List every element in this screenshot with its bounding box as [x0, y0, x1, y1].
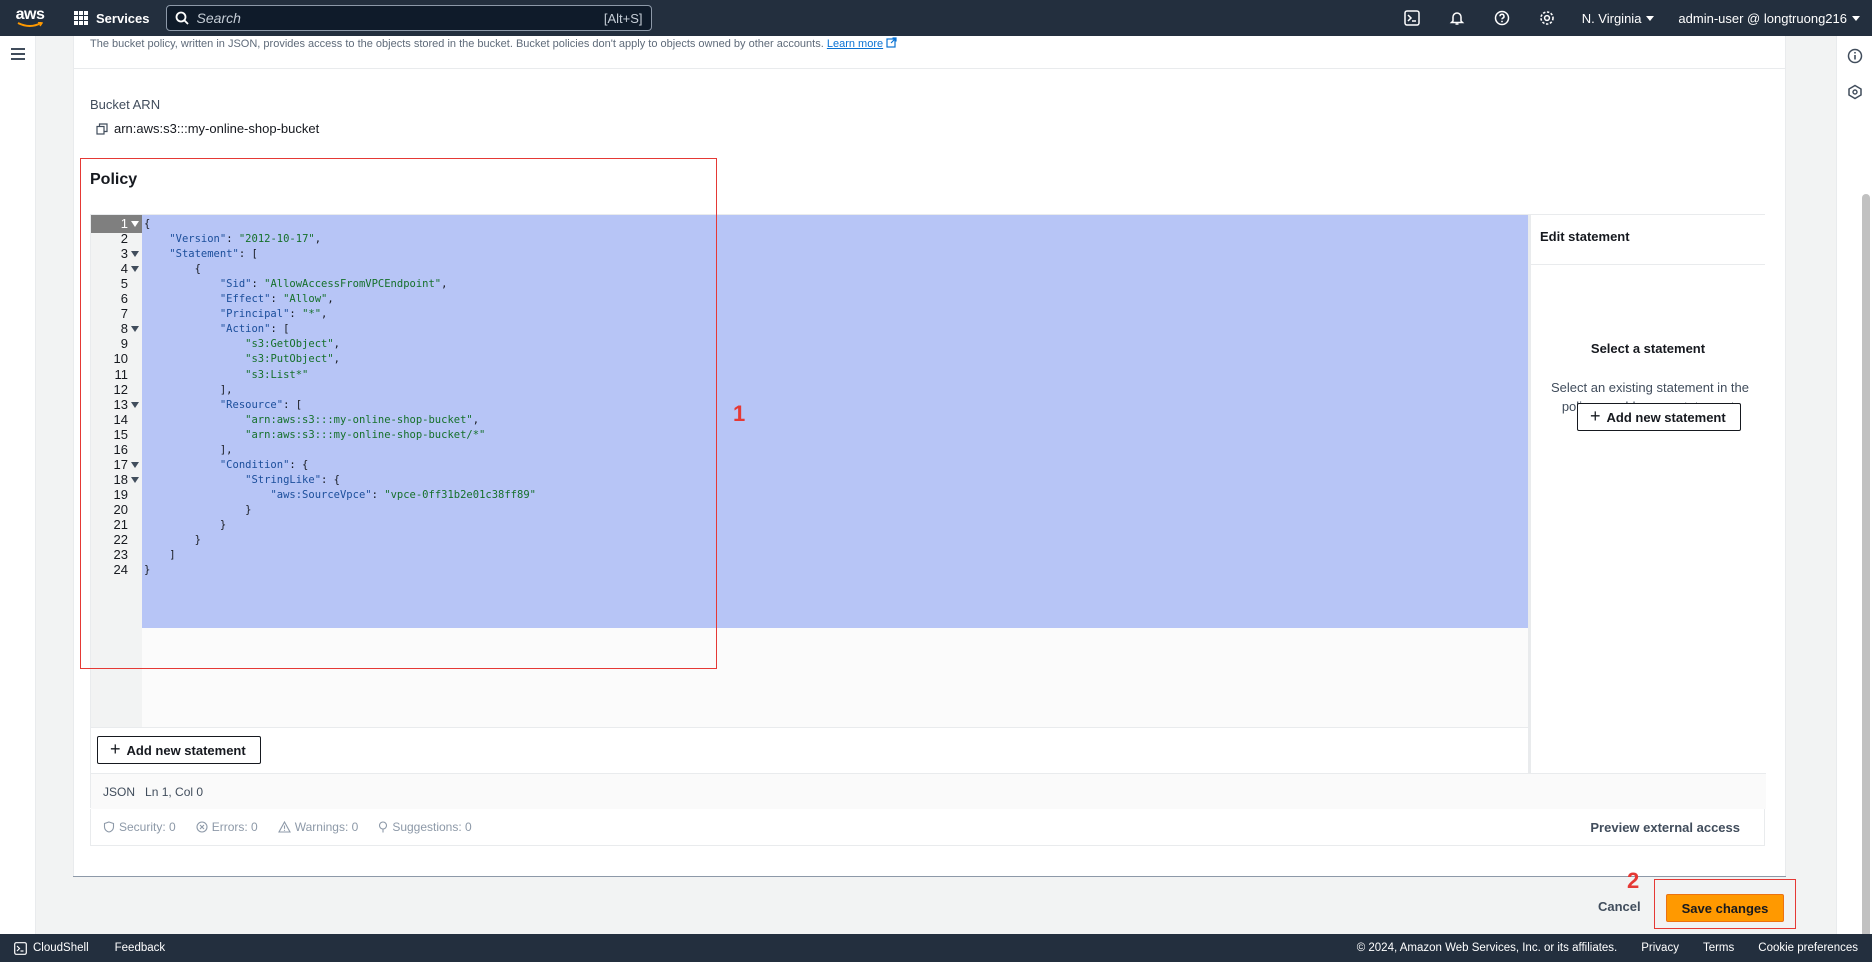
- cancel-button[interactable]: Cancel: [1598, 899, 1641, 914]
- copy-icon[interactable]: [96, 122, 108, 135]
- lightbulb-icon: [379, 821, 388, 833]
- divider: [74, 68, 1785, 69]
- right-side-rail: [1836, 36, 1872, 962]
- errors-count[interactable]: Errors: 0: [196, 820, 258, 834]
- left-side-rail: [0, 36, 36, 934]
- aws-smile-icon: [17, 22, 43, 27]
- region-selector[interactable]: N. Virginia: [1570, 11, 1667, 26]
- bucket-arn-value: arn:aws:s3:::my-online-shop-bucket: [114, 121, 320, 136]
- edit-statement-panel: Edit statement Select a statement Select…: [1531, 215, 1765, 773]
- search-shortcut-hint: [Alt+S]: [603, 10, 643, 26]
- bucket-arn-label: Bucket ARN: [90, 97, 161, 112]
- shield-icon: [103, 821, 115, 833]
- policy-description: The bucket policy, written in JSON, prov…: [90, 37, 897, 50]
- help-icon[interactable]: [1480, 0, 1525, 36]
- editor-status-bar: JSON Ln 1, Col 0: [91, 773, 1766, 809]
- annotation-label-1: 1: [733, 401, 746, 426]
- services-label: Services: [96, 10, 150, 26]
- search-icon: [175, 11, 189, 25]
- preview-external-access-button[interactable]: Preview external access: [1590, 820, 1740, 835]
- warnings-count[interactable]: Warnings: 0: [277, 820, 358, 834]
- warning-triangle-icon: [277, 821, 291, 833]
- edit-statement-header: Edit statement: [1531, 215, 1765, 265]
- error-circle-icon: [196, 821, 208, 833]
- editor-mode: JSON: [103, 784, 136, 799]
- learn-more-link[interactable]: Learn more: [827, 38, 883, 50]
- console-footer: CloudShell Feedback © 2024, Amazon Web S…: [0, 934, 1872, 962]
- cookie-preferences-link[interactable]: Cookie preferences: [1758, 942, 1858, 954]
- page-scrollbar[interactable]: [1862, 194, 1870, 962]
- caret-down-icon: [1646, 15, 1655, 21]
- select-statement-title: Select a statement: [1590, 341, 1706, 356]
- annotation-label-2: 2: [1627, 868, 1640, 893]
- feature-hexagon-icon[interactable]: [1847, 84, 1863, 100]
- services-grid-icon: [74, 11, 88, 25]
- feedback-link[interactable]: Feedback: [115, 942, 166, 954]
- terms-link[interactable]: Terms: [1703, 942, 1734, 954]
- cloudshell-icon[interactable]: [1390, 0, 1435, 36]
- top-navigation: aws Services [Alt+S] N. Virginia admin-u: [0, 0, 1872, 36]
- policy-description-text: The bucket policy, written in JSON, prov…: [90, 38, 824, 50]
- notifications-bell-icon[interactable]: [1435, 0, 1480, 36]
- account-label: admin-user @ longtruong216: [1678, 10, 1847, 26]
- annotation-box-1: [80, 158, 717, 669]
- account-menu[interactable]: admin-user @ longtruong216: [1666, 11, 1872, 26]
- suggestions-count[interactable]: Suggestions: 0: [378, 820, 472, 834]
- services-menu-button[interactable]: Services: [74, 11, 150, 26]
- aws-logo[interactable]: aws: [2, 0, 58, 36]
- security-count[interactable]: Security: 0: [103, 820, 176, 834]
- region-label: N. Virginia: [1581, 10, 1642, 26]
- panel-add-new-statement-button[interactable]: + Add new statement: [1577, 403, 1741, 431]
- copyright-text: © 2024, Amazon Web Services, Inc. or its…: [1356, 942, 1618, 954]
- bucket-arn-row: arn:aws:s3:::my-online-shop-bucket: [96, 121, 319, 136]
- annotation-box-2: [1654, 879, 1796, 929]
- search-input[interactable]: [196, 10, 604, 26]
- add-new-statement-button[interactable]: + Add new statement: [97, 736, 261, 764]
- aws-logo-text: aws: [15, 6, 45, 23]
- settings-gear-icon[interactable]: [1525, 0, 1570, 36]
- add-new-statement-label: Add new statement: [126, 742, 246, 758]
- menu-hamburger-icon[interactable]: [11, 48, 25, 63]
- cloudshell-footer-button[interactable]: CloudShell: [14, 941, 89, 955]
- panel-add-new-statement-label: Add new statement: [1606, 409, 1726, 425]
- add-statement-area: + Add new statement: [91, 727, 1528, 773]
- plus-icon: +: [1590, 406, 1601, 426]
- info-icon[interactable]: [1847, 48, 1863, 64]
- external-link-icon: [886, 37, 897, 48]
- plus-icon: +: [110, 739, 121, 759]
- cursor-position: Ln 1, Col 0: [145, 784, 204, 799]
- search-box[interactable]: [Alt+S]: [165, 5, 652, 31]
- privacy-link[interactable]: Privacy: [1641, 942, 1679, 954]
- terminal-icon: [14, 941, 27, 955]
- caret-down-icon: [1852, 15, 1860, 21]
- policy-validation-bar: Security: 0 Errors: 0 Warnings: 0 Sugges…: [90, 809, 1765, 846]
- form-divider: [73, 876, 1786, 877]
